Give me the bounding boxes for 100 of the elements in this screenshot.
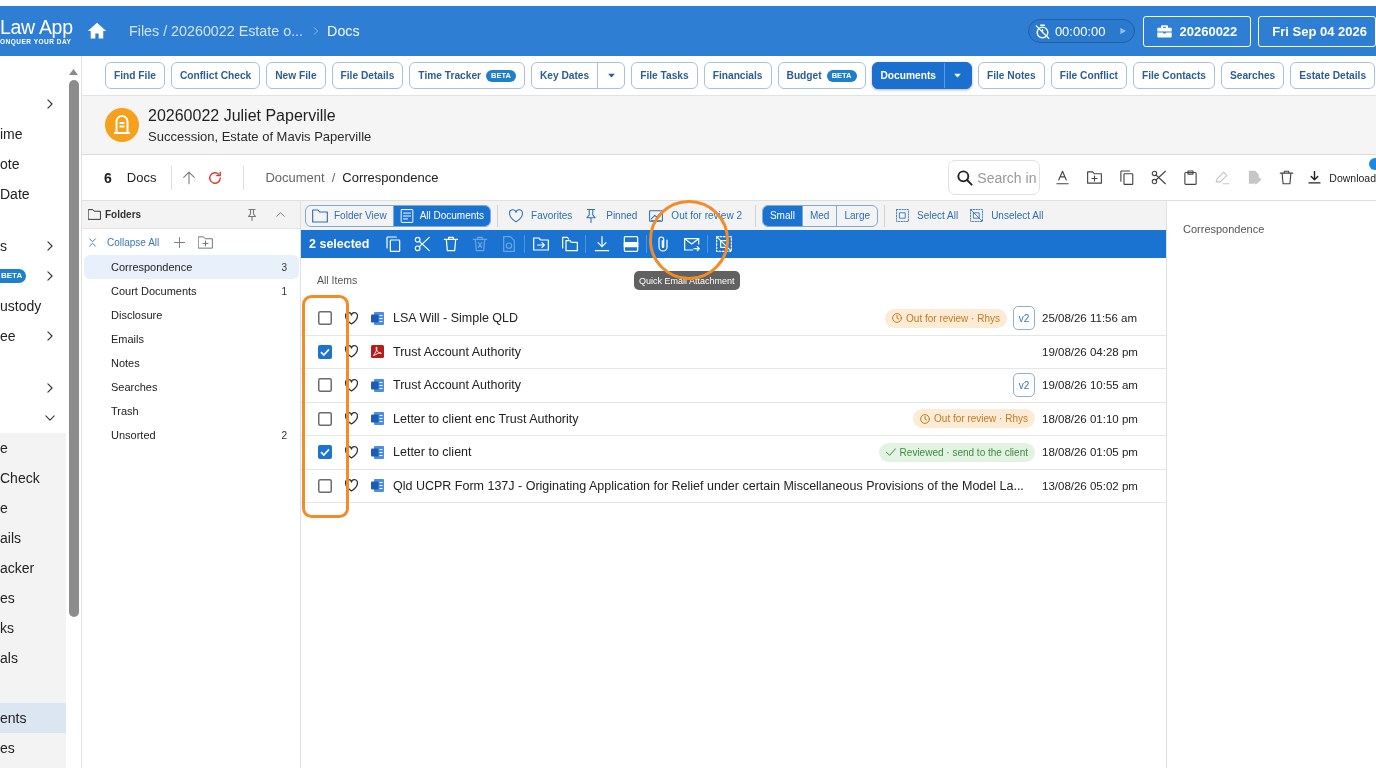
pin-icon — [246, 208, 258, 221]
checkbox[interactable] — [318, 445, 332, 460]
status-text: Reviewed · send to the client — [899, 446, 1028, 458]
scrollbar-thumb[interactable] — [68, 80, 79, 617]
arrow-up-icon — [182, 170, 197, 185]
heart-icon[interactable] — [345, 412, 358, 426]
checkbox[interactable] — [318, 311, 332, 326]
size-option[interactable]: Large — [836, 205, 877, 226]
filter-button[interactable]: Pinned — [579, 208, 643, 223]
nav-item[interactable]: es — [0, 733, 66, 763]
nav-item[interactable]: acker — [0, 553, 66, 583]
folder-item[interactable]: Searches — [84, 375, 299, 399]
scroll-up-icon[interactable] — [69, 69, 78, 75]
document-date: 13/08/26 05:02 pm — [1042, 479, 1139, 492]
home-icon — [87, 21, 107, 41]
heart-icon[interactable] — [345, 345, 358, 359]
collapse-all-button[interactable]: Collapse All — [88, 236, 160, 248]
size-option[interactable]: Small — [762, 205, 802, 226]
tab[interactable]: File Notes — [978, 62, 1045, 89]
download-button[interactable]: Download — [1308, 171, 1376, 184]
tab[interactable]: File Contacts — [1132, 62, 1215, 89]
tooltip: Quick Email Attachment — [634, 271, 740, 290]
heart-icon[interactable] — [345, 479, 358, 493]
checkbox[interactable] — [318, 344, 332, 359]
document-list-icon — [399, 208, 414, 223]
nav-item[interactable]: ote — [0, 149, 66, 179]
tab[interactable]: New File — [266, 62, 326, 89]
tab[interactable]: Estate Details — [1290, 62, 1376, 89]
nav-item[interactable]: e — [0, 493, 66, 523]
folder-item[interactable]: Court Documents 1 — [84, 279, 299, 303]
tab[interactable]: File Details — [331, 62, 404, 89]
nav-item[interactable]: es — [0, 583, 66, 613]
document-name[interactable]: Trust Account Authority — [393, 378, 1007, 393]
nav-item[interactable]: ustody — [0, 291, 66, 321]
folder-item[interactable]: Unsorted 2 — [84, 423, 299, 447]
tab[interactable]: File Conflict — [1050, 62, 1127, 89]
nav-item[interactable]: ime — [0, 119, 66, 149]
tab[interactable]: Conflict Check — [170, 62, 261, 89]
version-badge[interactable]: v2 — [1013, 373, 1035, 398]
nav-item[interactable]: e — [0, 433, 66, 463]
checkbox[interactable] — [318, 478, 332, 493]
nav-item[interactable]: ks — [0, 613, 66, 643]
select-all-button[interactable]: Select All — [891, 209, 964, 222]
document-name[interactable]: Trust Account Authority — [393, 344, 1035, 359]
nav-item[interactable]: BETA — [0, 261, 66, 291]
path-link[interactable]: Document — [265, 170, 325, 185]
download-icon — [593, 236, 610, 252]
filter-button[interactable]: Favorites — [504, 208, 578, 223]
file-number-button[interactable]: 20260022 — [1143, 15, 1252, 47]
nav-item[interactable]: als — [0, 643, 66, 673]
checkbox[interactable] — [318, 411, 332, 426]
heart-icon[interactable] — [345, 378, 358, 392]
search-icon — [957, 170, 974, 186]
view-option[interactable]: Folder View — [306, 205, 393, 226]
unselect-icon — [715, 236, 732, 252]
version-badge[interactable]: v2 — [1013, 306, 1035, 331]
folder-item[interactable]: Emails — [84, 327, 299, 351]
document-name[interactable]: Letter to client — [393, 445, 873, 460]
logo-text: Law App — [0, 16, 74, 38]
date-button[interactable]: Fri Sep 04 2026 — [1258, 15, 1376, 47]
item-count: 1 — [281, 285, 287, 297]
heart-icon[interactable] — [345, 445, 358, 459]
document-name[interactable]: LSA Will - Simple QLD — [393, 311, 880, 326]
folder-item[interactable]: Trash — [84, 399, 299, 423]
document-name[interactable]: Letter to client enc Trust Authority — [393, 411, 908, 426]
timer-text: 00:00:00 — [1054, 23, 1106, 39]
pdf-document-icon — [622, 236, 639, 252]
tab[interactable]: File Tasks — [631, 62, 698, 89]
document-date: 19/08/26 10:55 am — [1042, 379, 1139, 392]
nav-item[interactable]: s — [0, 231, 66, 261]
folder-item[interactable]: Disclosure — [84, 303, 299, 327]
folders-icon — [561, 236, 578, 252]
view-option[interactable]: All Documents — [392, 205, 491, 226]
nav-item[interactable]: Check — [0, 463, 66, 493]
pdf-icon — [371, 345, 384, 359]
document-icon — [371, 412, 384, 426]
folder-item[interactable]: Correspondence 3 — [84, 255, 299, 279]
checkbox[interactable] — [318, 378, 332, 393]
nav-item[interactable]: ee — [0, 321, 66, 351]
tab[interactable]: Financials — [703, 62, 772, 89]
tab[interactable]: Find File — [105, 62, 165, 89]
home-button[interactable] — [87, 21, 107, 41]
document-name[interactable]: Qld UCPR Form 137J - Originating Application for Relief under certain Miscellaneous Provisions of the Model La... — [393, 478, 1035, 493]
tab[interactable]: Documents — [871, 62, 972, 89]
tab[interactable]: Searches — [1220, 62, 1285, 89]
nav-item[interactable]: Date — [0, 179, 66, 209]
heart-icon[interactable] — [345, 311, 358, 325]
play-button[interactable] — [1119, 27, 1128, 35]
envelope-arrow-icon — [683, 236, 700, 252]
breadcrumb-current: Docs — [327, 23, 360, 39]
caret-icon — [953, 71, 963, 80]
folder-item[interactable]: Notes — [84, 351, 299, 375]
folder-icon — [312, 207, 328, 224]
unselect-all-button[interactable]: Unselect All — [965, 209, 1049, 222]
nav-item[interactable]: ails — [0, 523, 66, 553]
search-field[interactable]: Search in — [948, 160, 1041, 195]
tab[interactable]: Key Dates — [530, 62, 626, 89]
nav-item[interactable]: ents — [0, 703, 66, 733]
panel-title: Folders — [105, 209, 142, 220]
size-option[interactable]: Med — [801, 205, 837, 226]
